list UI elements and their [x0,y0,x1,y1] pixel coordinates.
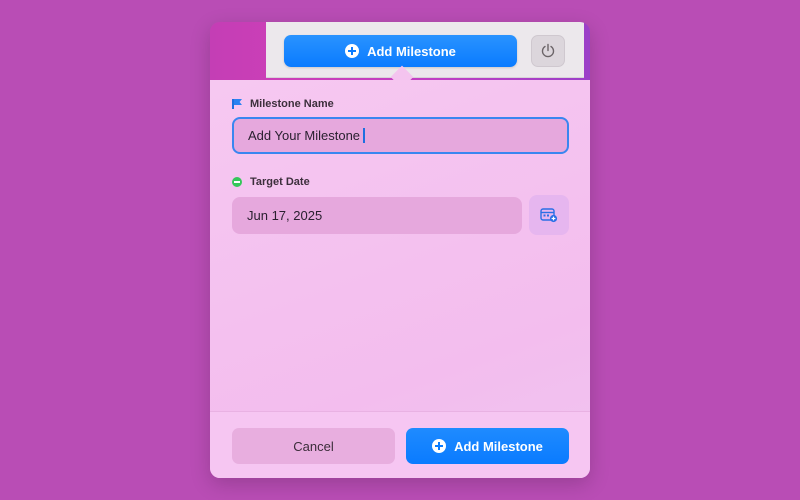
popover-footer: Cancel Add Milestone [210,411,590,478]
target-date-field[interactable]: Jun 17, 2025 [232,197,522,234]
milestone-name-label: Milestone Name [250,98,334,110]
milestone-name-input[interactable]: Add Your Milestone [232,117,569,154]
calendar-add-icon [540,208,558,223]
add-milestone-toolbar-label: Add Milestone [367,43,456,59]
target-date-value: Jun 17, 2025 [247,208,323,223]
power-button[interactable] [531,35,565,67]
target-date-icon [232,177,242,187]
add-milestone-button-label: Add Milestone [454,438,543,454]
add-milestone-button[interactable]: Add Milestone [406,428,569,464]
text-cursor [363,128,366,143]
menu-bar-header: Add Milestone [266,22,584,78]
flag-icon [232,99,242,109]
target-date-label: Target Date [250,176,310,188]
cancel-button[interactable]: Cancel [232,428,395,464]
plus-circle-icon [432,439,447,453]
plus-circle-icon [345,44,360,58]
add-milestone-popover: Milestone Name Add Your Milestone Target… [210,80,590,478]
app-window: Add Milestone Milestone Name Add Your Mi… [210,22,590,478]
target-date-label-row: Target Date [232,176,310,188]
milestone-name-value: Add Your Milestone [248,128,361,143]
calendar-picker-button[interactable] [529,195,569,235]
power-icon [541,43,555,58]
milestone-name-label-row: Milestone Name [232,98,334,110]
add-milestone-toolbar-button[interactable]: Add Milestone [284,35,517,67]
